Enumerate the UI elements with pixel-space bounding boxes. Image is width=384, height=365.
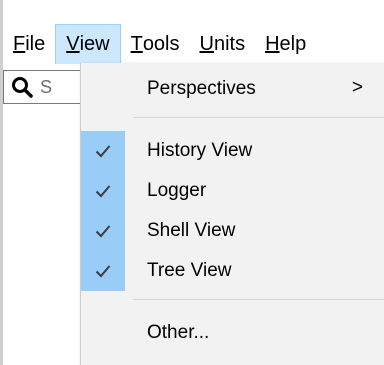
menu-help-label: elp: [279, 32, 307, 55]
app-window: File View Tools Units Help Perspectives …: [0, 0, 384, 365]
menu-item-perspectives[interactable]: Perspectives >: [81, 69, 384, 109]
menu-separator: [133, 299, 384, 300]
menu-view-label: iew: [79, 33, 110, 55]
check-column: [81, 313, 125, 353]
menu-tools-mnemonic: T: [130, 32, 143, 55]
menu-help-mnemonic: H: [265, 32, 280, 55]
perspectives-label: Perspectives: [147, 78, 256, 99]
menu-file-mnemonic: F: [13, 32, 26, 55]
submenu-arrow-icon: >: [351, 77, 363, 98]
menu-tools[interactable]: Tools: [121, 24, 190, 64]
menu-view[interactable]: View: [55, 24, 121, 64]
history-view-label: History View: [147, 140, 253, 161]
menu-units-label: nits: [213, 32, 246, 55]
menu-bar: File View Tools Units Help: [3, 24, 384, 64]
search-icon: [12, 77, 33, 98]
menu-file-label: ile: [25, 32, 46, 55]
menu-help[interactable]: Help: [255, 24, 316, 64]
check-column: [81, 69, 125, 109]
search-input[interactable]: [38, 75, 82, 99]
menu-units[interactable]: Units: [190, 24, 256, 64]
other-label: Other...: [147, 322, 210, 343]
checkmark-icon: [81, 171, 125, 211]
menu-file[interactable]: File: [3, 24, 55, 64]
menu-view-mnemonic: V: [66, 33, 80, 55]
tree-view-label: Tree View: [147, 260, 232, 281]
view-menu-dropdown: Perspectives > History View Logger Shell…: [80, 63, 384, 365]
checkmark-icon: [81, 131, 125, 171]
menu-tools-label: ools: [142, 32, 180, 55]
checkmark-icon: [81, 251, 125, 291]
checkmark-icon: [81, 211, 125, 251]
menu-item-logger[interactable]: Logger: [81, 171, 384, 211]
shell-view-label: Shell View: [147, 220, 236, 241]
menu-item-shell-view[interactable]: Shell View: [81, 211, 384, 251]
menu-units-mnemonic: U: [199, 32, 214, 55]
menu-item-tree-view[interactable]: Tree View: [81, 251, 384, 291]
menu-item-other[interactable]: Other...: [81, 313, 384, 353]
logger-label: Logger: [147, 180, 207, 201]
menu-separator: [133, 117, 384, 118]
menu-item-history-view[interactable]: History View: [81, 131, 384, 171]
